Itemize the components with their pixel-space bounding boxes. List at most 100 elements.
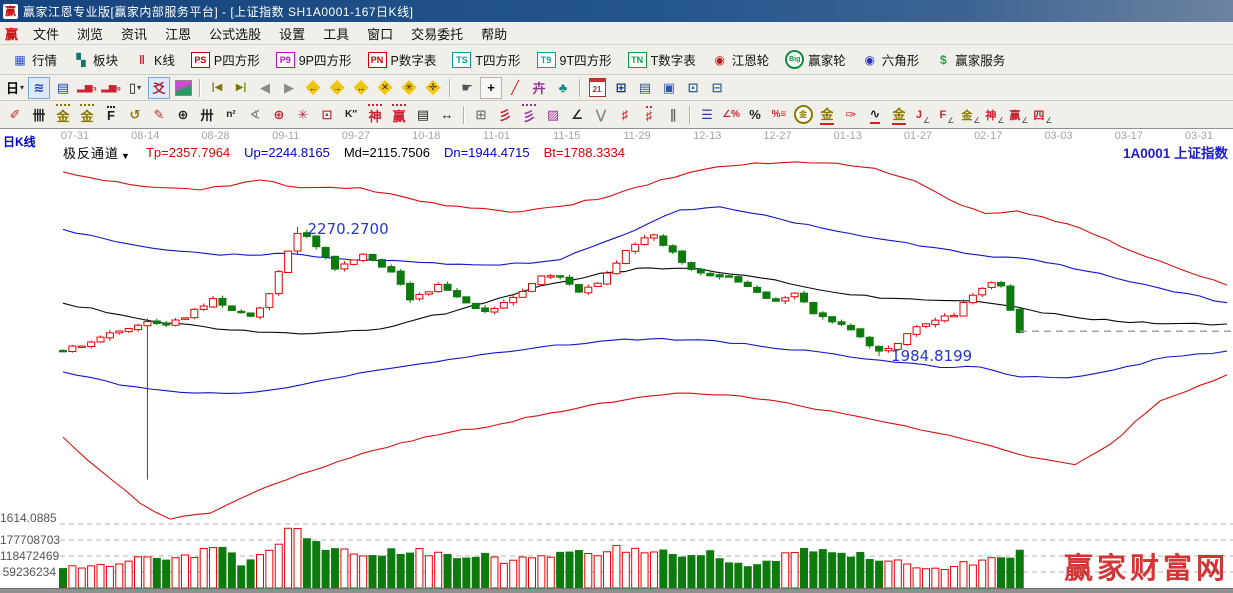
- price-chart-canvas[interactable]: 2270.2700 1984.8199: [0, 129, 1233, 593]
- tool-percent-angle-button[interactable]: ∠%: [720, 104, 742, 126]
- tool-f10-info-button[interactable]: ▤: [52, 77, 74, 99]
- tool-bars-9-button[interactable]: ▂▅₉: [100, 77, 122, 99]
- toolbar-winner-wheel-button[interactable]: Big 赢家轮: [777, 47, 854, 72]
- tool-f-grid-button[interactable]: F: [100, 104, 122, 126]
- tool-k-mark-button[interactable]: K″: [340, 104, 362, 126]
- tool-f-angle-button[interactable]: F ∠: [936, 104, 958, 126]
- toolbar-sector-button[interactable]: ▚ 板块: [65, 47, 126, 72]
- tool-gold-angle-button[interactable]: 金 ∠: [960, 104, 982, 126]
- tool-hand-tool-button[interactable]: ☛: [456, 77, 478, 99]
- menu-trade-entrust[interactable]: 交易委托: [402, 22, 472, 45]
- tool-first-page-button[interactable]: |◀: [206, 77, 228, 99]
- tool-calendar-button[interactable]: 21: [586, 77, 608, 99]
- menu-tools[interactable]: 工具: [314, 22, 358, 45]
- tool-circle-ruler-button[interactable]: ⊕: [172, 104, 194, 126]
- tool-target-star-button[interactable]: ✳: [292, 104, 314, 126]
- bottom-strip[interactable]: [0, 588, 1233, 593]
- tool-network-pc-button[interactable]: ⊡: [682, 77, 704, 99]
- tool-gann-draw-button[interactable]: 卉: [528, 77, 550, 99]
- toolbar-gann-wheel-button[interactable]: ◉ 江恩轮: [704, 47, 778, 72]
- toolbar-t-number-table-button[interactable]: TN T数字表: [620, 47, 704, 72]
- tool-ying-grid-button[interactable]: 赢: [388, 104, 410, 126]
- indicator-name[interactable]: 极反通道: [63, 143, 119, 162]
- tool-candle-style-button[interactable]: ▯ ▾: [124, 77, 146, 99]
- chevron-down-icon[interactable]: ▼: [121, 151, 130, 161]
- tool-gann-star-button[interactable]: ✳: [398, 77, 420, 99]
- tool-red-grid-arrow-button[interactable]: ♯: [638, 104, 660, 126]
- tool-shen-angle-button[interactable]: 神 ∠: [984, 104, 1006, 126]
- tool-memo-button[interactable]: ▤: [634, 77, 656, 99]
- tool-pencil-tool-button[interactable]: ✐: [4, 104, 26, 126]
- tool-fan-square-button[interactable]: ▨: [542, 104, 564, 126]
- toolbar-winner-service-button[interactable]: $ 赢家服务: [927, 47, 1013, 72]
- tool-gold-circle-button[interactable]: 金: [792, 104, 814, 126]
- tool-gann-left-button[interactable]: ←: [302, 77, 324, 99]
- title-bar[interactable]: 赢 赢家江恩专业版[赢家内部服务平台] - [上证指数 SH1A0001-167…: [0, 0, 1233, 22]
- tool-width-measure-button[interactable]: ↔: [436, 104, 458, 126]
- menu-news[interactable]: 资讯: [112, 22, 156, 45]
- tool-zigzag-button[interactable]: ⋁: [590, 104, 612, 126]
- tool-spiral-button[interactable]: ↺: [124, 104, 146, 126]
- tool-last-page-button[interactable]: ▶|: [230, 77, 252, 99]
- tool-gann-leftright-button[interactable]: ↔: [350, 77, 372, 99]
- menu-browse[interactable]: 浏览: [68, 22, 112, 45]
- tool-line-tool-button[interactable]: ╱: [504, 77, 526, 99]
- tool-gann-fan-button[interactable]: 彡: [494, 104, 516, 126]
- toolbar-hexagon-button[interactable]: ◉ 六角形: [854, 47, 928, 72]
- toolbar-p-number-table-button[interactable]: PN P数字表: [360, 47, 445, 72]
- tool-shen-grid-button[interactable]: 神: [364, 104, 386, 126]
- toolbar-p-square-button[interactable]: PS P四方形: [183, 47, 268, 72]
- tool-gold-grid-a-button[interactable]: 金: [52, 104, 74, 126]
- toolbar-quote-button[interactable]: ▦ 行情: [4, 47, 65, 72]
- tool-smart-analysis-button[interactable]: ♣: [552, 77, 574, 99]
- tool-grid-ruler-button[interactable]: 卅: [196, 104, 218, 126]
- tool-calculator-button[interactable]: ⊞: [610, 77, 632, 99]
- tool-gann-right-button[interactable]: →: [326, 77, 348, 99]
- menu-help[interactable]: 帮助: [472, 22, 516, 45]
- tool-color-volume-button[interactable]: [172, 77, 194, 99]
- menu-formula-stock-pick[interactable]: 公式选股: [200, 22, 270, 45]
- tool-percent-button[interactable]: %: [744, 104, 766, 126]
- tool-target-grid-button[interactable]: ⊡: [316, 104, 338, 126]
- tool-print-pc-button[interactable]: ⊟: [706, 77, 728, 99]
- tool-pattern-view-button[interactable]: ≋: [28, 76, 50, 99]
- tool-ruler-scale-button[interactable]: ▤: [412, 104, 434, 126]
- menu-settings[interactable]: 设置: [270, 22, 314, 45]
- tool-n-square-button[interactable]: n²: [220, 104, 242, 126]
- tool-gold-grid-b-button[interactable]: 金: [76, 104, 98, 126]
- tool-next-bar-button[interactable]: ▶: [278, 77, 300, 99]
- tool-box-tool-button[interactable]: ⊞: [470, 104, 492, 126]
- toolbar-kline-button[interactable]: ‖ K线: [126, 47, 183, 72]
- tool-gann-move-button[interactable]: ✢: [422, 77, 444, 99]
- tool-angle-lines-button[interactable]: ∠: [566, 104, 588, 126]
- tool-period-day-button[interactable]: 日 ▾: [4, 77, 26, 99]
- tool-prev-bar-button[interactable]: ◀: [254, 77, 276, 99]
- menu-window[interactable]: 窗口: [358, 22, 402, 45]
- tool-fan-box-button[interactable]: 彡: [518, 104, 540, 126]
- tool-mirror-angle-button[interactable]: ∢: [244, 104, 266, 126]
- tool-crosshair-tool-button[interactable]: +: [480, 76, 503, 99]
- menu-file[interactable]: 文件: [24, 22, 68, 45]
- tool-red-grid-button[interactable]: ♯: [614, 104, 636, 126]
- child-window-icon[interactable]: 赢: [0, 24, 24, 43]
- tool-gold-underline-button[interactable]: 金: [888, 104, 910, 126]
- tool-brush-button[interactable]: ✑: [840, 104, 862, 126]
- tool-target-cross-button[interactable]: ⊕: [268, 104, 290, 126]
- tool-gann-grid-button[interactable]: 卌: [28, 104, 50, 126]
- chart-area[interactable]: 2270.2700 1984.8199 07-31 08-14 08-28 09-11 0…: [0, 129, 1233, 593]
- tool-si-angle-button[interactable]: 四 ∠: [1032, 104, 1054, 126]
- tool-bars-3-button[interactable]: ▂▅₃: [76, 77, 98, 99]
- toolbar-t-square-button[interactable]: TS T四方形: [444, 47, 528, 72]
- tool-ying-angle-button[interactable]: 赢 ∠: [1008, 104, 1030, 126]
- tool-volume-compare-button[interactable]: ☰: [696, 104, 718, 126]
- menu-gann[interactable]: 江恩: [156, 22, 200, 45]
- tool-percent-lines-button[interactable]: %≡: [768, 104, 790, 126]
- tool-gann-cross-button[interactable]: ✕: [374, 77, 396, 99]
- tool-gold-lines-button[interactable]: 金: [816, 104, 838, 126]
- tool-save-button[interactable]: ▣: [658, 77, 680, 99]
- tool-j-angle-button[interactable]: J ∠: [912, 104, 934, 126]
- toolbar-9t-square-button[interactable]: T9 9T四方形: [529, 47, 620, 72]
- tool-jifan-channel-button[interactable]: 爻: [148, 76, 171, 99]
- tool-red-pencil-button[interactable]: ✎: [148, 104, 170, 126]
- tool-wave-button[interactable]: ∿: [864, 104, 886, 126]
